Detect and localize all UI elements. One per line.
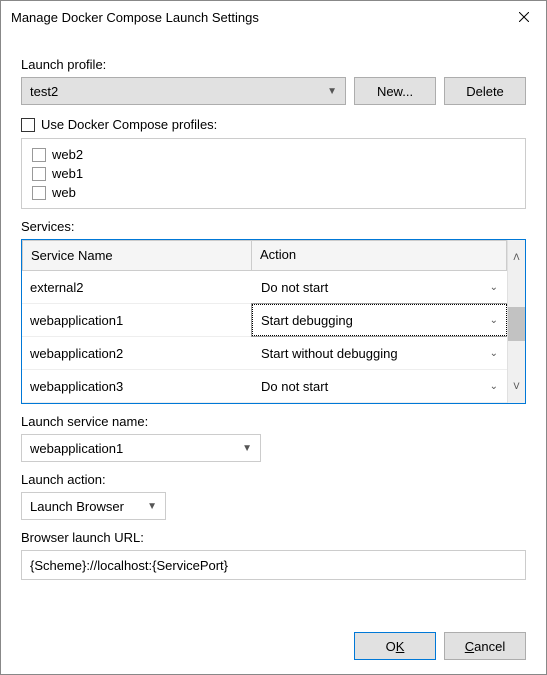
service-action-dropdown[interactable]: Start without debugging⌄ [252, 337, 507, 369]
title-bar: Manage Docker Compose Launch Settings [1, 1, 546, 33]
grid-scrollbar[interactable]: ᐱ ᐯ [507, 240, 525, 403]
profile-item: web1 [32, 164, 515, 183]
service-action-dropdown[interactable]: Start debugging⌄ [252, 304, 507, 336]
profile-name: web2 [52, 147, 83, 162]
browser-url-label: Browser launch URL: [21, 530, 526, 545]
new-button[interactable]: New... [354, 77, 436, 105]
table-row: webapplication2Start without debugging⌄ [22, 337, 507, 370]
profile-checkbox[interactable] [32, 167, 46, 181]
launch-action-value: Launch Browser [30, 499, 147, 514]
scroll-thumb[interactable] [508, 307, 525, 341]
service-action-cell: Do not start⌄ [252, 271, 507, 303]
grid-header: Service Name Action [22, 240, 507, 271]
service-action-dropdown[interactable]: Do not start⌄ [252, 370, 507, 402]
service-action-value: Do not start [261, 379, 490, 394]
service-action-value: Do not start [261, 280, 490, 295]
close-button[interactable] [501, 1, 546, 33]
scroll-up-icon[interactable]: ᐱ [508, 240, 525, 274]
chevron-down-icon: ▼ [327, 86, 337, 97]
service-action-dropdown[interactable]: Do not start⌄ [252, 271, 507, 303]
chevron-down-icon: ⌄ [490, 315, 498, 326]
service-name-cell[interactable]: webapplication2 [22, 337, 252, 369]
chevron-down-icon: ▼ [147, 501, 157, 512]
delete-button[interactable]: Delete [444, 77, 526, 105]
service-name-cell[interactable]: webapplication1 [22, 304, 252, 336]
launch-profile-label: Launch profile: [21, 57, 526, 72]
service-action-cell: Do not start⌄ [252, 370, 507, 402]
chevron-down-icon: ⌄ [490, 381, 498, 392]
table-row: webapplication3Do not start⌄ [22, 370, 507, 403]
col-header-name[interactable]: Service Name [22, 240, 252, 271]
services-label: Services: [21, 219, 526, 234]
profile-name: web1 [52, 166, 83, 181]
service-name-cell[interactable]: webapplication3 [22, 370, 252, 402]
profiles-list: web2 web1 web [21, 138, 526, 209]
table-row: webapplication1Start debugging⌄ [22, 304, 507, 337]
close-icon [519, 12, 529, 22]
profile-item: web2 [32, 145, 515, 164]
ok-button[interactable]: OK [354, 632, 436, 660]
launch-service-label: Launch service name: [21, 414, 526, 429]
chevron-down-icon: ▼ [242, 443, 252, 454]
use-profiles-label: Use Docker Compose profiles: [41, 117, 217, 132]
cancel-button[interactable]: Cancel [444, 632, 526, 660]
service-action-value: Start debugging [261, 313, 490, 328]
scroll-down-icon[interactable]: ᐯ [508, 369, 525, 403]
service-action-cell: Start without debugging⌄ [252, 337, 507, 369]
dialog-footer: OK Cancel [21, 612, 526, 660]
col-header-action[interactable]: Action [252, 240, 507, 271]
chevron-down-icon: ⌄ [490, 348, 498, 359]
launch-profile-dropdown[interactable]: test2 ▼ [21, 77, 346, 105]
launch-service-value: webapplication1 [30, 441, 242, 456]
profile-checkbox[interactable] [32, 148, 46, 162]
launch-action-label: Launch action: [21, 472, 526, 487]
launch-service-dropdown[interactable]: webapplication1 ▼ [21, 434, 261, 462]
dialog-content: Launch profile: test2 ▼ New... Delete Us… [1, 33, 546, 674]
use-profiles-checkbox[interactable] [21, 118, 35, 132]
browser-url-input[interactable] [21, 550, 526, 580]
service-name-cell[interactable]: external2 [22, 271, 252, 303]
table-row: external2Do not start⌄ [22, 271, 507, 304]
launch-action-dropdown[interactable]: Launch Browser ▼ [21, 492, 166, 520]
services-grid: Service Name Action external2Do not star… [21, 239, 526, 404]
service-action-value: Start without debugging [261, 346, 490, 361]
chevron-down-icon: ⌄ [490, 282, 498, 293]
profile-name: web [52, 185, 76, 200]
profile-item: web [32, 183, 515, 202]
window-title: Manage Docker Compose Launch Settings [11, 10, 501, 25]
profile-checkbox[interactable] [32, 186, 46, 200]
launch-profile-value: test2 [30, 84, 327, 99]
service-action-cell: Start debugging⌄ [252, 304, 507, 336]
